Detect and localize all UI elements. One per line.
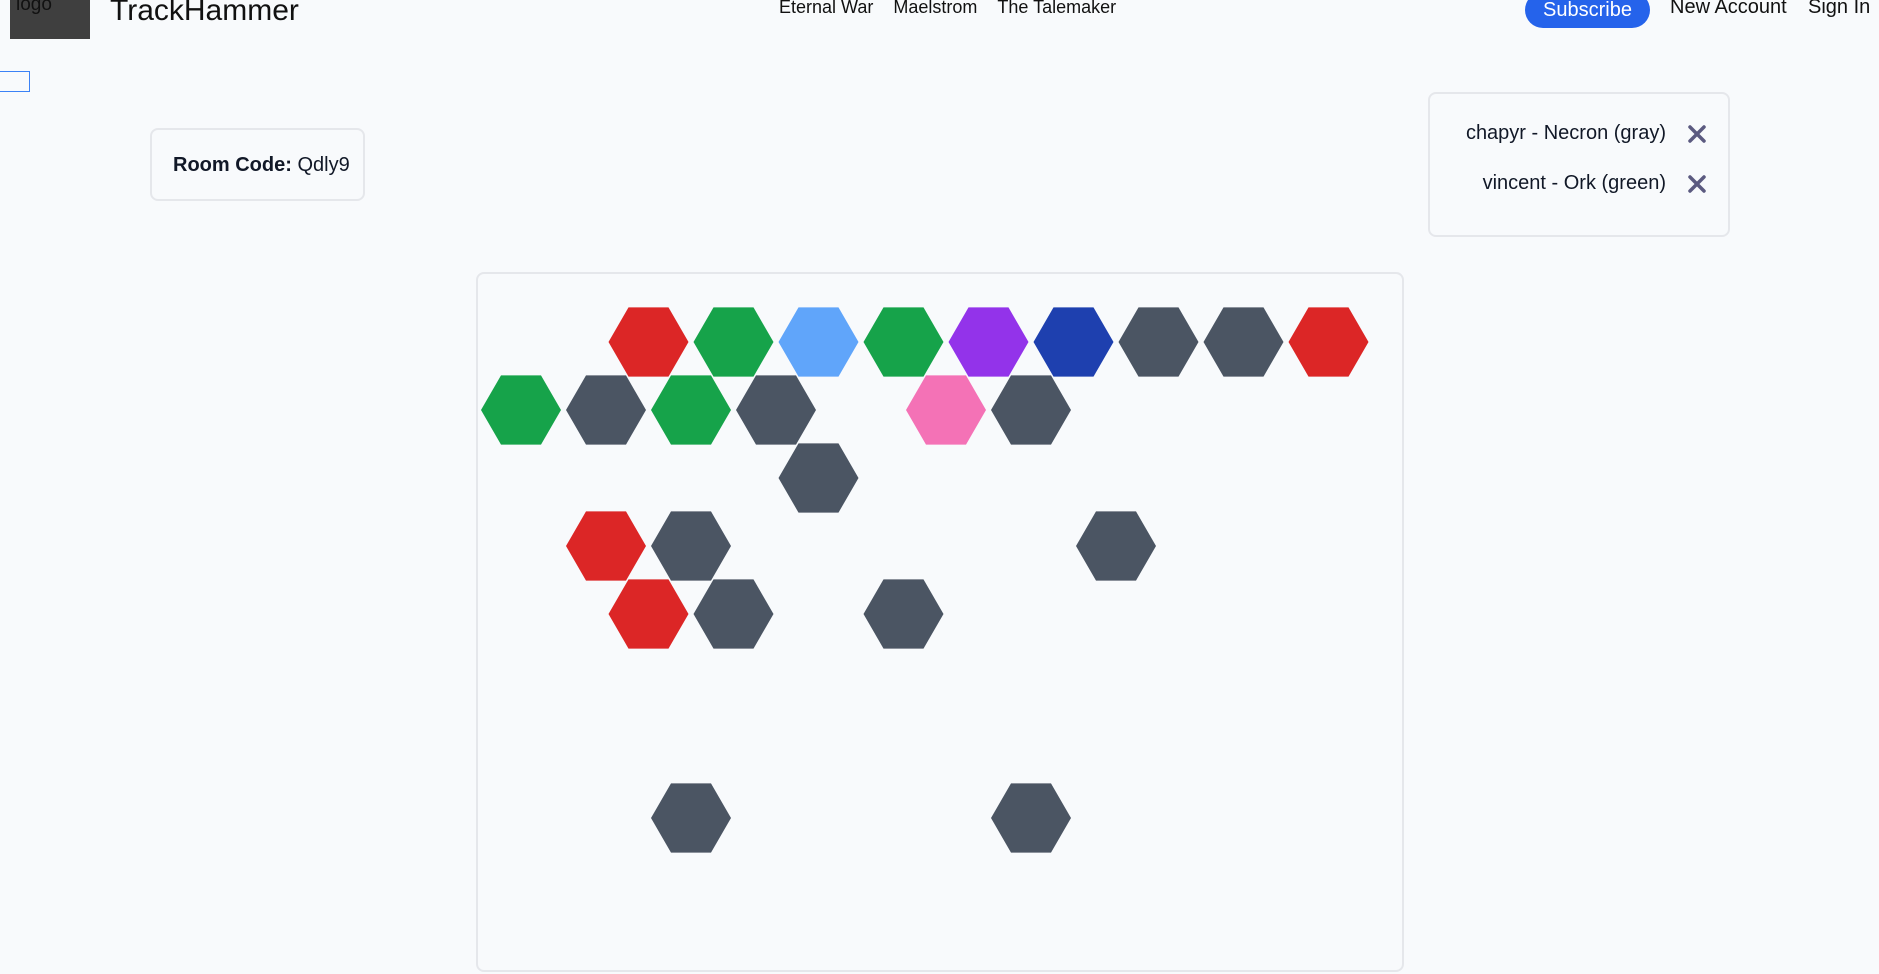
sign-in-link[interactable]: Sign In — [1808, 0, 1870, 19]
hex-tile-green[interactable] — [863, 307, 944, 377]
navbar: logo TrackHammer Eternal War Maelstrom T… — [0, 0, 1879, 40]
hex-tile-red[interactable] — [566, 511, 646, 581]
room-code: Room Code: Qdly9 — [173, 154, 350, 177]
hex-tile-gray[interactable] — [1118, 307, 1199, 377]
room-code-value: Qdly9 — [297, 154, 350, 176]
hex-tile-gray[interactable] — [651, 511, 731, 581]
new-account-link[interactable]: New Account — [1670, 0, 1787, 19]
hex-tile-red[interactable] — [1288, 307, 1369, 377]
hex-tile-light_blue[interactable] — [778, 307, 859, 377]
hex-tile-gray[interactable] — [991, 783, 1071, 853]
hex-tile-red[interactable] — [608, 579, 689, 649]
nav-link-talemaker[interactable]: The Talemaker — [997, 0, 1116, 18]
nav-link-eternal-war[interactable]: Eternal War — [779, 0, 873, 18]
hex-tile-gray[interactable] — [736, 375, 816, 445]
hex-board — [476, 272, 1404, 972]
hex-tile-red[interactable] — [608, 307, 689, 377]
hex-tile-pink[interactable] — [906, 375, 986, 445]
nav-links: Eternal War Maelstrom The Talemaker — [779, 0, 1116, 18]
hex-tile-green[interactable] — [651, 375, 731, 445]
players-card: chapyr - Necron (gray) vincent - Ork (gr… — [1428, 92, 1730, 237]
hex-tile-gray[interactable] — [991, 375, 1071, 445]
close-icon[interactable] — [1686, 173, 1708, 195]
player-row: vincent - Ork (green) — [1483, 172, 1708, 195]
player-name: chapyr - Necron (gray) — [1465, 122, 1666, 144]
close-icon[interactable] — [1686, 123, 1708, 145]
room-code-label: Room Code: — [173, 154, 292, 176]
hex-tile-gray[interactable] — [566, 375, 646, 445]
hex-tile-gray[interactable] — [693, 579, 774, 649]
subscribe-button[interactable]: Subscribe — [1525, 0, 1650, 28]
hex-tile-gray[interactable] — [1203, 307, 1284, 377]
hex-tile-purple[interactable] — [948, 307, 1029, 377]
hex-tile-gray[interactable] — [863, 579, 944, 649]
hex-tile-gray[interactable] — [1076, 511, 1156, 581]
room-code-card: Room Code: Qdly9 — [150, 128, 365, 201]
nav-link-maelstrom[interactable]: Maelstrom — [893, 0, 977, 18]
hex-tile-gray[interactable] — [651, 783, 731, 853]
hex-tile-green[interactable] — [693, 307, 774, 377]
hex-tile-gray[interactable] — [778, 443, 859, 513]
brand-title[interactable]: TrackHammer — [110, 0, 299, 28]
player-row: chapyr - Necron (gray) — [1466, 122, 1708, 145]
hex-grid — [481, 307, 1369, 853]
logo-alt-text: logo — [16, 0, 52, 15]
logo[interactable]: logo — [10, 0, 90, 39]
hidden-input[interactable] — [0, 71, 30, 92]
hex-tile-dark_blue[interactable] — [1033, 307, 1114, 377]
hex-tile-green[interactable] — [481, 375, 561, 445]
player-name: vincent - Ork (green) — [1482, 172, 1666, 194]
